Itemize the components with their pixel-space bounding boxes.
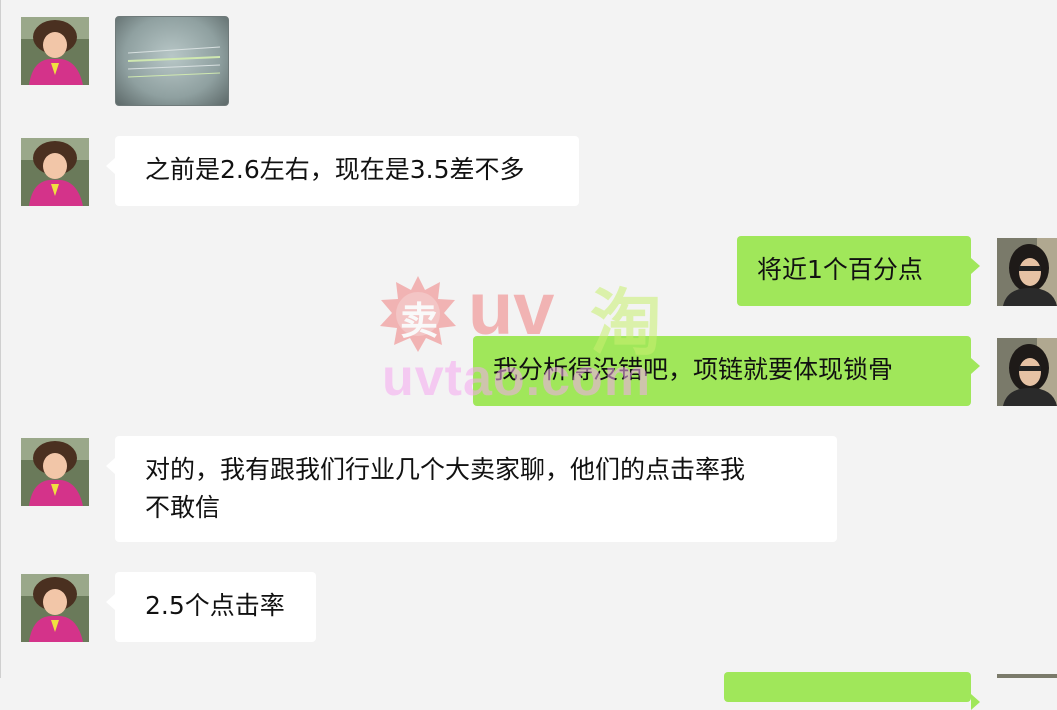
contact-avatar[interactable] <box>21 17 89 85</box>
my-avatar[interactable] <box>997 674 1057 678</box>
girl-avatar-icon <box>21 574 89 642</box>
message-text: 2.5个点击率 <box>145 591 285 620</box>
message-text: 将近1个百分点 <box>757 255 923 284</box>
man-avatar-icon <box>997 674 1057 678</box>
outgoing-message-bubble[interactable]: 我分析得没错吧，项链就要体现锁骨 <box>473 336 980 406</box>
window-left-border <box>0 0 1 678</box>
incoming-message-bubble[interactable]: 之前是2.6左右，现在是3.5差不多 <box>106 136 579 206</box>
photo-preview <box>127 46 221 78</box>
contact-avatar[interactable] <box>21 574 89 642</box>
my-avatar[interactable] <box>997 338 1057 406</box>
contact-avatar[interactable] <box>21 438 89 506</box>
seal-char: 卖 <box>400 298 439 343</box>
message-text: 之前是2.6左右，现在是3.5差不多 <box>145 155 525 184</box>
girl-avatar-icon <box>21 138 89 206</box>
seal-icon <box>380 276 456 352</box>
contact-avatar[interactable] <box>21 138 89 206</box>
my-avatar[interactable] <box>997 238 1057 306</box>
girl-avatar-icon <box>21 17 89 85</box>
man-avatar-icon <box>997 238 1057 306</box>
incoming-message-bubble[interactable]: 对的，我有跟我们行业几个大卖家聊，他们的点击率我 不敢信 <box>106 436 837 542</box>
message-text: 我分析得没错吧，项链就要体现锁骨 <box>493 355 894 384</box>
outgoing-message-bubble[interactable] <box>724 672 980 710</box>
incoming-message-bubble[interactable]: 2.5个点击率 <box>106 572 316 642</box>
message-text-line: 不敢信 <box>145 493 221 522</box>
outgoing-message-bubble[interactable]: 将近1个百分点 <box>737 236 980 306</box>
girl-avatar-icon <box>21 438 89 506</box>
man-avatar-icon <box>997 338 1057 406</box>
image-message-thumbnail[interactable] <box>115 16 229 106</box>
message-text-line: 对的，我有跟我们行业几个大卖家聊，他们的点击率我 <box>145 455 746 484</box>
